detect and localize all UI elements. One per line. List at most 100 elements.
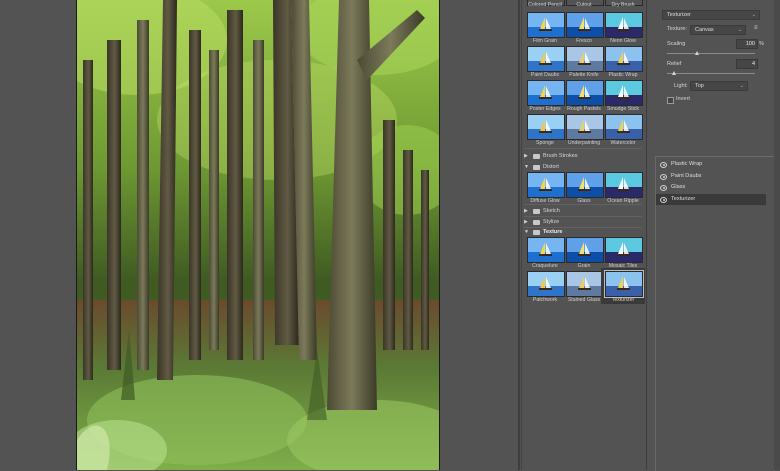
relief-slider-track[interactable]	[667, 73, 755, 74]
effect-layer-row[interactable]: Texturizer	[656, 193, 766, 205]
relief-slider-thumb[interactable]	[671, 71, 676, 75]
filter-thumb-rough-pastels[interactable]	[566, 80, 604, 106]
filter-label: Paint Daubs	[530, 72, 560, 78]
relief-input[interactable]: 4	[736, 59, 758, 69]
effect-layer-name: Paint Daubs	[671, 172, 702, 179]
filter-label: Palette Knife	[569, 72, 599, 78]
filter-label: Patchwork	[532, 297, 558, 303]
filter-thumb-watercolor[interactable]	[605, 114, 643, 140]
filter-thumb-craquelure[interactable]	[527, 237, 565, 263]
filter-thumb-film-grain[interactable]	[527, 12, 565, 38]
filter-label: Fresco	[576, 38, 592, 44]
filter-thumb-poster-edges[interactable]	[527, 80, 565, 106]
forest-image-graphic	[77, 0, 439, 470]
scaling-label: Scaling	[667, 41, 686, 47]
effect-layer-name: Texturizer	[671, 195, 696, 202]
filter-thumb-glass[interactable]	[566, 172, 604, 198]
scaling-unit: %	[759, 41, 764, 47]
preview-area	[0, 0, 518, 470]
light-value: Top	[695, 83, 704, 89]
eye-icon[interactable]	[660, 196, 667, 203]
filter-settings-panel: Texturizer ⌄ Texture: Canvas ⌄ ≡ Scaling…	[654, 0, 780, 150]
chevron-down-icon: ⌄	[751, 12, 756, 18]
folder-distort[interactable]: ▼ Distort	[524, 162, 640, 172]
filter-thumb-plastic-wrap[interactable]	[605, 46, 643, 72]
relief-label: Relief	[667, 61, 682, 67]
texture-dropdown[interactable]: Canvas ⌄	[690, 25, 746, 35]
filter-label: Rough Pastels	[567, 106, 601, 112]
filter-thumb-texturizer[interactable]	[604, 270, 644, 298]
filter-thumb-grain[interactable]	[566, 237, 604, 263]
filter-thumb-stained-glass[interactable]	[566, 271, 604, 297]
texture-value: Canvas	[695, 27, 714, 33]
filter-thumb-ocean-ripple[interactable]	[605, 172, 643, 198]
folder-label: Distort	[543, 164, 559, 170]
folder-icon	[533, 208, 540, 214]
filter-label: Plastic Wrap	[608, 72, 638, 78]
filter-thumb-fresco[interactable]	[566, 12, 604, 38]
folder-label: Brush Strokes	[543, 153, 578, 159]
scaling-input[interactable]: 100	[736, 39, 758, 49]
eye-icon[interactable]	[660, 185, 667, 191]
filter-label: Watercolor	[610, 140, 636, 146]
filter-select-value: Texturizer	[667, 12, 691, 18]
scaling-slider-thumb[interactable]	[695, 51, 700, 55]
folder-icon	[533, 229, 540, 235]
filter-thumb-sponge[interactable]	[527, 114, 565, 140]
eye-icon[interactable]	[660, 162, 667, 168]
scaling-slider-track[interactable]	[667, 53, 755, 54]
filter-thumb-palette-knife[interactable]	[566, 46, 604, 72]
folder-sketch[interactable]: ▶ Sketch	[524, 206, 640, 216]
effect-layer-row[interactable]: Plastic Wrap	[656, 159, 766, 170]
filter-label: Craquelure	[532, 263, 558, 269]
folder-icon	[533, 219, 540, 225]
scrollbar[interactable]	[774, 0, 780, 470]
panel-divider	[518, 0, 520, 470]
filter-thumb-paint-daubs[interactable]	[527, 46, 565, 72]
folder-texture[interactable]: ▼ Texture	[524, 227, 640, 237]
effect-layers-panel: Plastic Wrap Paint Daubs Glass Texturizer	[655, 156, 775, 471]
chevron-right-icon: ▶	[524, 208, 528, 214]
effect-layer-row[interactable]: Paint Daubs	[656, 171, 766, 182]
filter-thumb-patchwork[interactable]	[527, 271, 565, 297]
effect-layer-name: Plastic Wrap	[671, 161, 703, 167]
filter-thumb-neon-glow[interactable]	[605, 12, 643, 38]
filter-thumb-underpainting[interactable]	[566, 114, 604, 140]
filter-label: Colored Pencil	[528, 2, 562, 8]
texture-menu-icon[interactable]: ≡	[754, 25, 758, 31]
filter-thumb-mosaic-tiles[interactable]	[605, 237, 643, 263]
filter-label: Neon Glow	[610, 38, 636, 44]
folder-stylize[interactable]: ▶ Stylize	[524, 217, 640, 227]
filter-select-dropdown[interactable]: Texturizer ⌄	[662, 10, 760, 20]
chevron-down-icon: ⌄	[739, 83, 744, 89]
filter-label: Smudge Stick	[606, 106, 639, 112]
separator	[524, 148, 642, 149]
chevron-right-icon: ▶	[524, 153, 528, 159]
effect-layer-name: Glass	[671, 184, 686, 190]
texture-label: Texture:	[667, 26, 687, 32]
chevron-down-icon: ▼	[524, 229, 529, 235]
invert-label: Invert	[676, 96, 690, 102]
folder-icon	[533, 164, 540, 170]
preview-image	[76, 0, 440, 470]
filter-label: Poster Edges	[529, 106, 561, 112]
filter-label: Texturizer	[611, 297, 635, 303]
light-label: Light:	[674, 83, 688, 89]
filter-label: Sponge	[536, 140, 554, 146]
filter-thumb-smudge-stick[interactable]	[605, 80, 643, 106]
eye-icon[interactable]	[660, 173, 667, 180]
folder-icon	[533, 153, 540, 159]
folder-label: Stylize	[543, 219, 560, 225]
filter-thumb-diffuse-glow[interactable]	[527, 172, 565, 198]
folder-brush-strokes[interactable]: ▶ Brush Strokes	[524, 151, 640, 161]
filter-label: Dry Brush	[611, 2, 635, 8]
filter-label: Film Grain	[533, 38, 557, 44]
folder-label: Sketch	[543, 208, 560, 214]
separator	[524, 204, 642, 205]
chevron-right-icon: ▶	[524, 219, 528, 225]
light-dropdown[interactable]: Top ⌄	[690, 81, 748, 91]
filter-label: Stained Glass	[567, 297, 601, 303]
invert-checkbox[interactable]	[667, 97, 674, 104]
effect-layer-row[interactable]: Glass	[656, 182, 766, 193]
filter-label: Cutout	[576, 2, 592, 8]
